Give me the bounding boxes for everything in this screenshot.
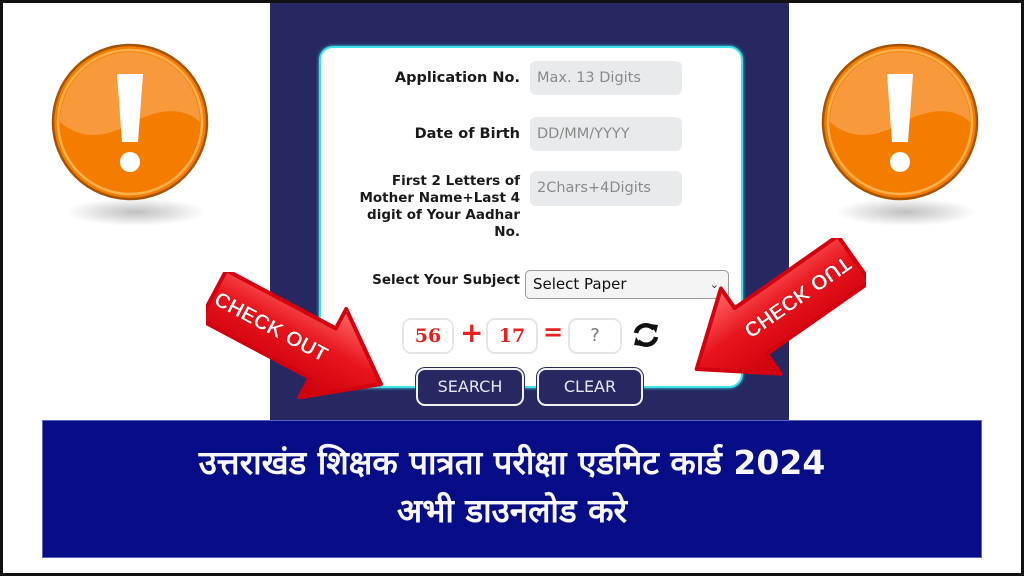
banner-title-line-2: अभी डाउनलोड करे (397, 491, 627, 530)
clear-button[interactable]: CLEAR (537, 368, 643, 406)
captcha-answer-placeholder: ? (590, 325, 600, 346)
application-no-label: Application No. (394, 70, 520, 86)
mother-aadhar-input[interactable]: 2Chars+4Digits (530, 171, 682, 206)
captcha-equals-sign: = (543, 318, 564, 346)
check-out-arrow-left: CHECK OUT (198, 268, 406, 412)
check-out-arrow-right: CHECK OUT (666, 233, 873, 398)
application-no-input[interactable]: Max. 13 Digits (530, 61, 682, 95)
search-button[interactable]: SEARCH (416, 368, 524, 406)
subject-selected-value: Select Paper (533, 275, 627, 293)
dob-label: Date of Birth (414, 126, 520, 142)
application-no-placeholder: Max. 13 Digits (537, 70, 641, 86)
mother-aadhar-label: First 2 Letters of Mother Name+Last 4 di… (359, 173, 520, 240)
banner-title-line-1: उत्तराखंड शिक्षक पात्रता परीक्षा एडमिट क… (198, 443, 826, 482)
mother-aadhar-placeholder: 2Chars+4Digits (537, 180, 651, 196)
refresh-captcha-icon[interactable] (632, 322, 660, 348)
warning-icon-right (818, 42, 988, 232)
captcha-first-number: 56 (402, 318, 454, 354)
dob-input[interactable]: DD/MM/YYYY (530, 117, 682, 151)
captcha-second-number: 17 (486, 318, 538, 354)
captcha-answer-input[interactable]: ? (568, 318, 622, 354)
dob-placeholder: DD/MM/YYYY (537, 126, 630, 142)
title-banner: उत्तराखंड शिक्षक पात्रता परीक्षा एडमिट क… (42, 420, 982, 558)
warning-icon-left (48, 42, 218, 232)
captcha-plus-sign: + (460, 316, 484, 349)
